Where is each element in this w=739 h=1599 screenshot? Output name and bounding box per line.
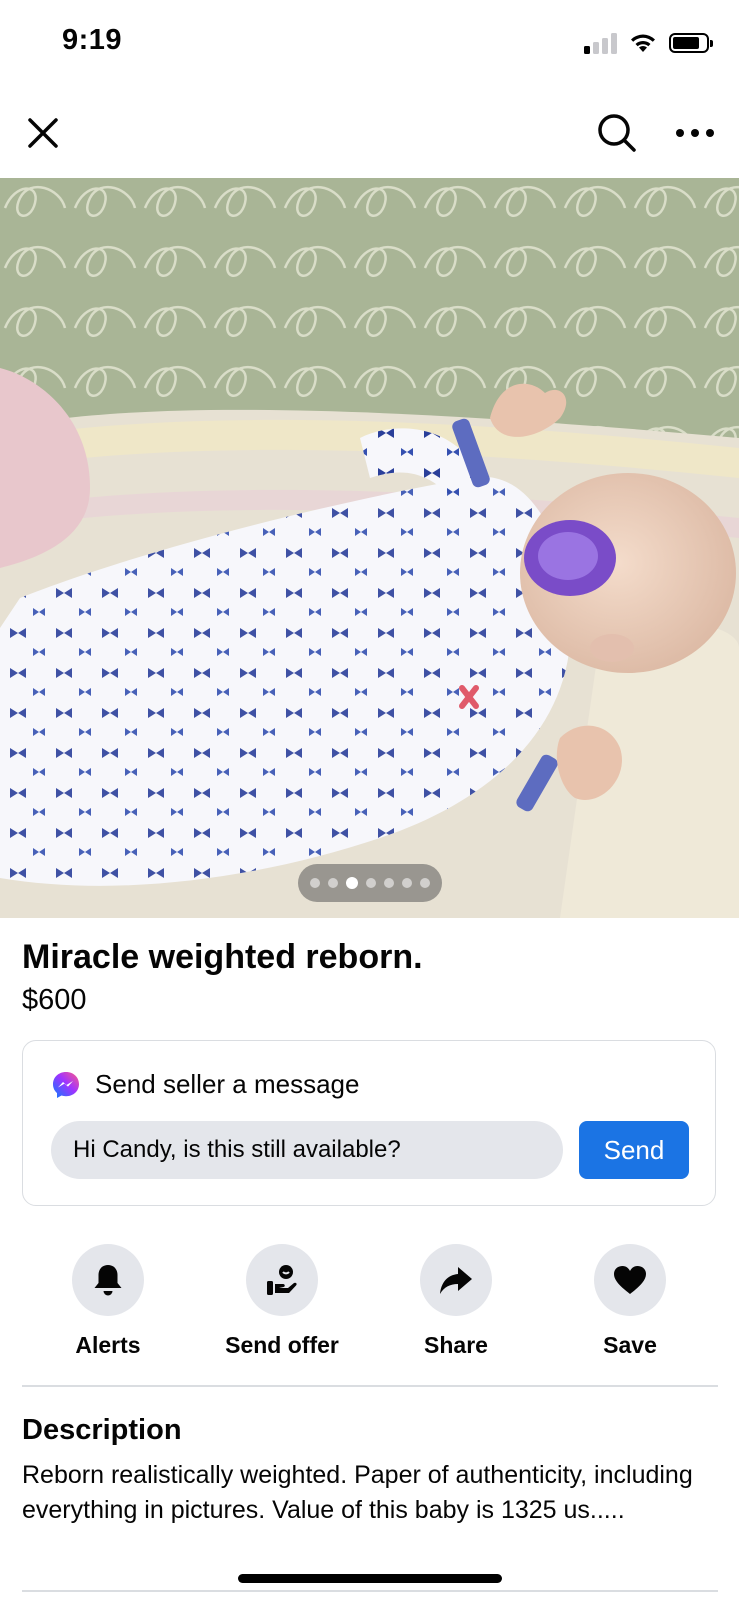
- message-header-label: Send seller a message: [95, 1069, 360, 1099]
- baby-doll-photo: [0, 178, 739, 918]
- share-circle: [420, 1244, 492, 1316]
- send-offer-label: Send offer: [225, 1332, 339, 1358]
- pagination-dot: [366, 878, 376, 888]
- wifi-icon: [631, 34, 655, 52]
- divider: [22, 1385, 718, 1387]
- more-options-button[interactable]: [670, 108, 720, 158]
- search-button[interactable]: [592, 108, 642, 158]
- message-input[interactable]: [51, 1121, 563, 1179]
- send-offer-circle: [246, 1244, 318, 1316]
- pagination-dot: [420, 878, 430, 888]
- pagination-dot: [310, 878, 320, 888]
- send-button[interactable]: Send: [579, 1121, 689, 1179]
- share-label: Share: [424, 1332, 488, 1358]
- photo-pagination[interactable]: [298, 864, 442, 902]
- pagination-dot-active: [346, 877, 358, 889]
- status-bar: 9:19: [0, 0, 739, 88]
- battery-icon: [669, 33, 713, 53]
- listing-price: $600: [22, 984, 87, 1016]
- pagination-dot: [328, 878, 338, 888]
- pagination-dot: [402, 878, 412, 888]
- search-icon: [598, 114, 636, 152]
- close-icon: [28, 118, 58, 148]
- save-button[interactable]: Save: [550, 1244, 710, 1359]
- share-button[interactable]: Share: [376, 1244, 536, 1359]
- messenger-icon: [53, 1071, 79, 1098]
- alerts-label: Alerts: [75, 1332, 141, 1358]
- message-header: Send seller a message: [51, 1069, 359, 1100]
- bell-icon: [94, 1265, 122, 1296]
- offer-icon: [267, 1265, 297, 1295]
- alerts-circle: [72, 1244, 144, 1316]
- send-message-card: Send seller a message Send: [22, 1040, 716, 1206]
- alerts-button[interactable]: Alerts: [28, 1244, 188, 1359]
- description-heading: Description: [22, 1414, 182, 1446]
- heart-icon: [614, 1266, 646, 1294]
- status-time: 9:19: [62, 24, 123, 56]
- pagination-dot: [384, 878, 394, 888]
- divider: [22, 1590, 718, 1592]
- more-icon: [676, 129, 714, 137]
- close-button[interactable]: [18, 108, 68, 158]
- description-body: Reborn realistically weighted. Paper of …: [22, 1461, 693, 1524]
- top-nav: [0, 88, 739, 178]
- send-offer-button[interactable]: Send offer: [202, 1244, 362, 1359]
- status-icons: [584, 32, 713, 54]
- listing-title: Miracle weighted reborn.: [22, 938, 423, 976]
- save-label: Save: [603, 1332, 657, 1358]
- cellular-signal-icon: [584, 32, 617, 54]
- home-indicator: [238, 1574, 502, 1583]
- listing-photo[interactable]: [0, 178, 739, 918]
- save-circle: [594, 1244, 666, 1316]
- share-icon: [440, 1267, 472, 1294]
- action-bar: Alerts Send offer Share Save: [0, 1244, 739, 1364]
